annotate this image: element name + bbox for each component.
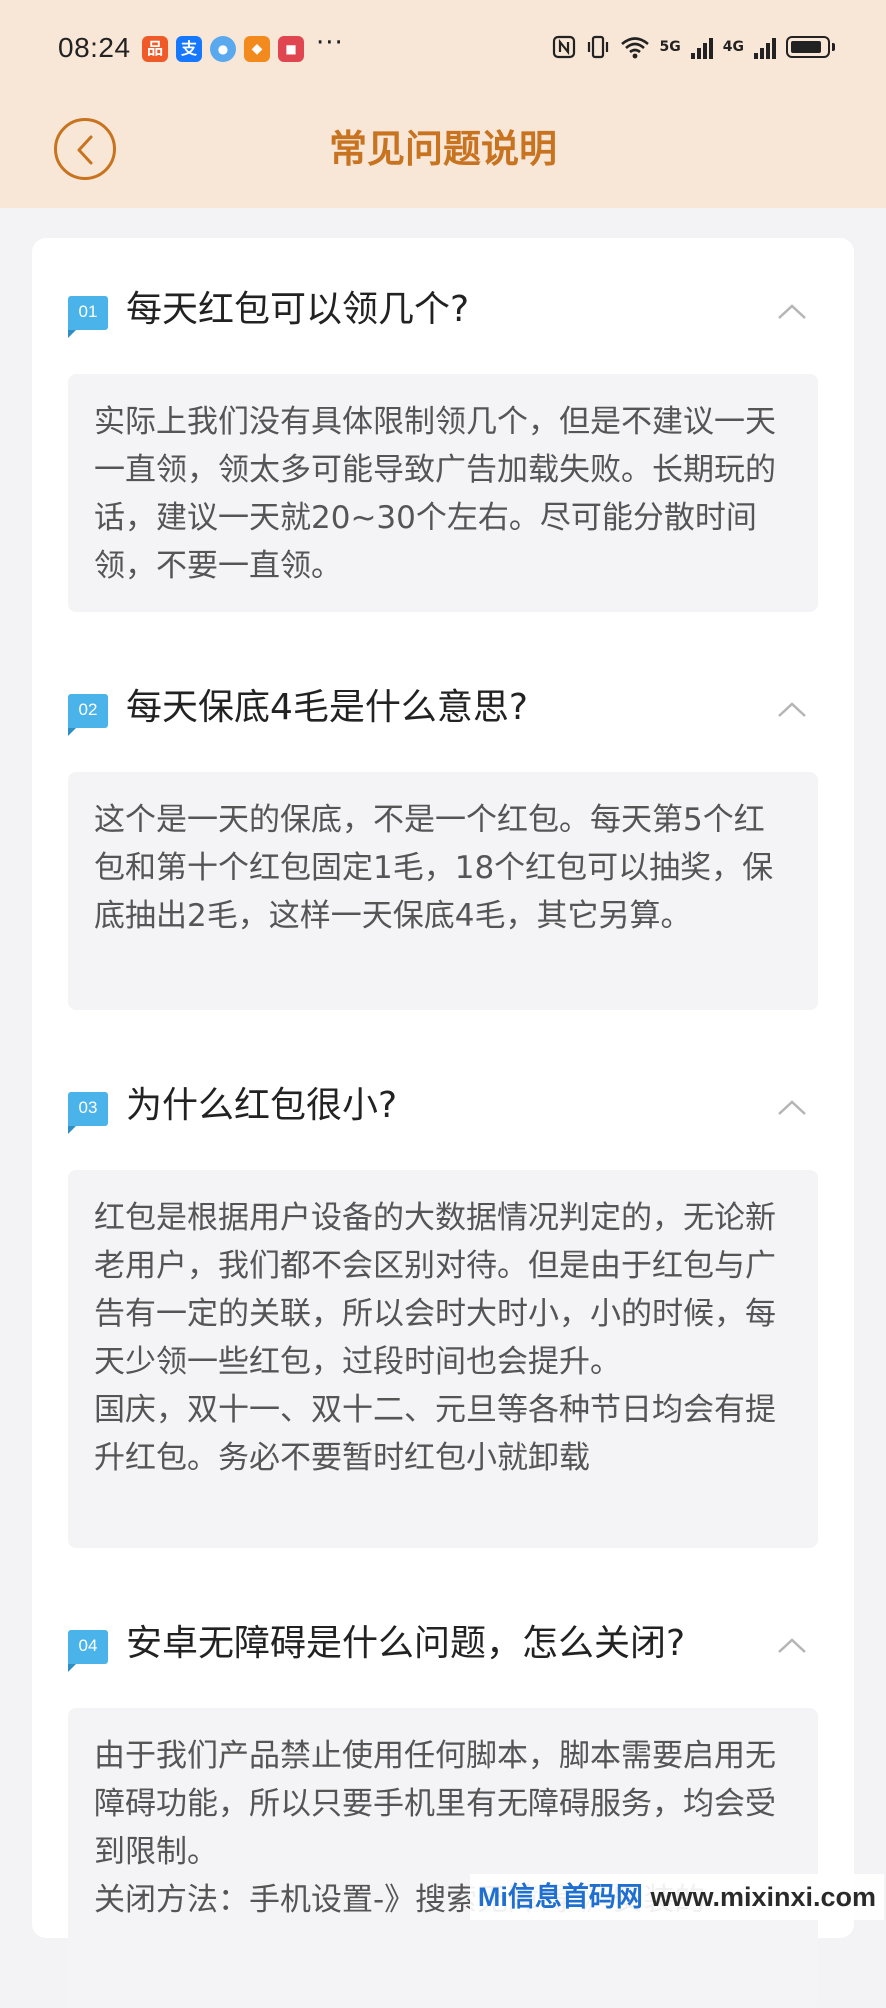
- faq-answer-paragraph: 这个是一天的保底，不是一个红包。每天第5个红包和第十个红包固定1毛，18个红包可…: [94, 802, 774, 934]
- faq-card: 01 每天红包可以领几个? 实际上我们没有具体限制领几个，但是不建议一天一直领，…: [32, 238, 854, 2008]
- faq-question[interactable]: 安卓无障碍是什么问题，怎么关闭?: [126, 1622, 685, 1666]
- app-icon-5: ■: [278, 36, 304, 62]
- chevron-up-icon[interactable]: [776, 302, 808, 322]
- battery-icon: [786, 36, 835, 58]
- faq-answer: 红包是根据用户设备的大数据情况判定的，无论新老用户，我们都不会区别对待。但是由于…: [68, 1170, 818, 1548]
- status-bar: 08:24 品 支 ● ◆ ■ ··· 5G 4G: [0, 0, 886, 96]
- network-4g-label: 4G: [722, 39, 744, 55]
- status-time: 08:24: [58, 32, 131, 63]
- faq-answer: 这个是一天的保底，不是一个红包。每天第5个红包和第十个红包固定1毛，18个红包可…: [68, 772, 818, 1010]
- faq-answer: 实际上我们没有具体限制领几个，但是不建议一天一直领，领太多可能导致广告加载失败。…: [68, 374, 818, 612]
- signal-4g-icon: [754, 35, 776, 59]
- faq-question[interactable]: 为什么红包很小?: [126, 1084, 397, 1128]
- chevron-up-icon[interactable]: [776, 1098, 808, 1118]
- watermark-url: www.mixinxi.com: [650, 1882, 876, 1912]
- notification-icons: 品 支 ● ◆ ■: [142, 36, 304, 62]
- faq-answer-paragraph: 红包是根据用户设备的大数据情况判定的，无论新老用户，我们都不会区别对待。但是由于…: [94, 1200, 776, 1380]
- page-title: 常见问题说明: [328, 127, 557, 171]
- more-notifications-icon: ···: [316, 28, 344, 58]
- vibrate-icon: [587, 35, 608, 59]
- faq-number-badge: 01: [68, 296, 108, 338]
- faq-answer-paragraph: 实际上我们没有具体限制领几个，但是不建议一天一直领，领太多可能导致广告加载失败。…: [94, 404, 776, 584]
- app-icon-3: ●: [210, 36, 236, 62]
- faq-number-badge: 04: [68, 1630, 108, 1672]
- faq-answer: 由于我们产品禁止使用任何脚本，脚本需要启用无障碍功能，所以只要手机里有无障碍服务…: [68, 1708, 818, 2008]
- watermark: Mi信息首码网 www.mixinxi.com: [469, 1874, 884, 1920]
- faq-question[interactable]: 每天红包可以领几个?: [126, 288, 469, 332]
- faq-number-badge: 03: [68, 1092, 108, 1134]
- faq-answer-paragraph: 国庆，双十一、双十二、元旦等各种节日均会有提升红包。务必不要暂时红包小就卸载: [94, 1392, 776, 1476]
- network-5g-label: 5G: [659, 39, 681, 55]
- app-icon-1: 品: [142, 36, 168, 62]
- wifi-icon: [620, 37, 649, 59]
- signal-5g-icon: [690, 35, 713, 59]
- chevron-up-icon[interactable]: [776, 700, 808, 720]
- nfc-icon: [552, 35, 575, 59]
- alipay-icon: 支: [176, 36, 202, 62]
- system-icons: 5G 4G: [552, 34, 835, 60]
- faq-answer-paragraph: 由于我们产品禁止使用任何脚本，脚本需要启用无障碍功能，所以只要手机里有无障碍服务…: [94, 1738, 776, 1870]
- chevron-up-icon[interactable]: [776, 1636, 808, 1656]
- app-icon-4: ◆: [244, 36, 270, 62]
- faq-number-badge: 02: [68, 694, 108, 736]
- watermark-brand: Mi信息首码网: [477, 1882, 643, 1912]
- faq-question[interactable]: 每天保底4毛是什么意思?: [126, 686, 528, 730]
